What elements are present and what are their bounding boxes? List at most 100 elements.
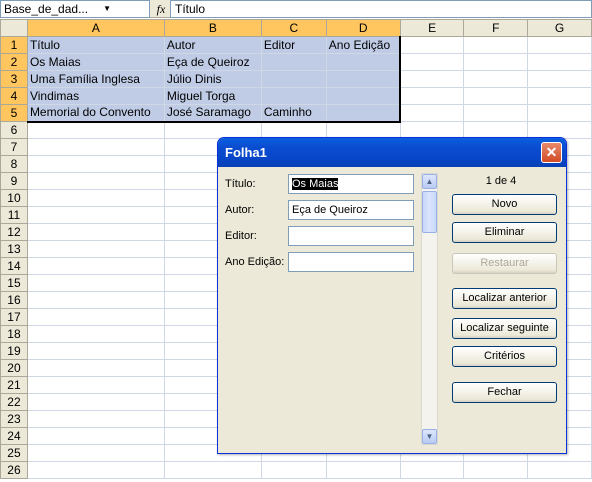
column-header-b[interactable]: B [163, 19, 262, 37]
cell[interactable] [26, 359, 165, 377]
row-header[interactable]: 2 [0, 53, 28, 71]
cell[interactable] [26, 308, 165, 326]
row-header[interactable]: 5 [0, 104, 28, 122]
row-header[interactable]: 18 [0, 325, 28, 343]
autor-field[interactable]: Eça de Queiroz [288, 200, 414, 220]
row-header[interactable]: 25 [0, 444, 28, 462]
cell-d2[interactable] [325, 53, 402, 71]
cell[interactable] [26, 376, 165, 394]
cell[interactable] [26, 206, 165, 224]
cell[interactable] [26, 291, 165, 309]
record-scrollbar[interactable]: ▲ ▼ [421, 173, 438, 445]
cell[interactable] [527, 53, 592, 71]
cell[interactable] [26, 155, 165, 173]
cell-b5[interactable]: José Saramago [163, 104, 262, 123]
function-icon[interactable]: fx [154, 0, 168, 18]
editor-field[interactable] [288, 226, 414, 246]
row-header[interactable]: 11 [0, 206, 28, 224]
cell[interactable] [26, 257, 165, 275]
find-prev-button[interactable]: Localizar anterior [452, 288, 557, 309]
row-header[interactable]: 14 [0, 257, 28, 275]
cell-a4[interactable]: Vindimas [26, 87, 165, 105]
cell[interactable] [463, 104, 529, 122]
cell[interactable] [399, 121, 465, 139]
close-icon[interactable]: ✕ [541, 142, 562, 163]
cell[interactable] [26, 393, 165, 411]
row-header[interactable]: 6 [0, 121, 28, 139]
row-header[interactable]: 4 [0, 87, 28, 105]
cell[interactable] [399, 53, 465, 71]
cell[interactable] [26, 240, 165, 258]
cell[interactable] [527, 87, 592, 105]
cell-a5[interactable]: Memorial do Convento [26, 104, 165, 123]
row-header[interactable]: 9 [0, 172, 28, 190]
column-header-d[interactable]: D [325, 19, 401, 37]
row-header[interactable]: 24 [0, 427, 28, 445]
chevron-down-icon[interactable]: ▼ [103, 2, 111, 16]
cell[interactable] [163, 121, 262, 139]
cell[interactable] [399, 87, 465, 105]
cell[interactable] [463, 70, 529, 88]
cell[interactable] [325, 121, 401, 139]
row-header[interactable]: 22 [0, 393, 28, 411]
cell-d5[interactable] [325, 104, 402, 123]
cell[interactable] [26, 325, 165, 343]
cell[interactable] [527, 36, 592, 54]
cell[interactable] [26, 274, 165, 292]
criteria-button[interactable]: Critérios [452, 346, 557, 367]
row-header[interactable]: 8 [0, 155, 28, 173]
cell-d4[interactable] [325, 87, 402, 105]
cell-c3[interactable] [260, 70, 327, 88]
cell[interactable] [26, 342, 165, 360]
cell[interactable] [26, 427, 165, 445]
row-header[interactable]: 26 [0, 461, 28, 479]
row-header[interactable]: 1 [0, 36, 28, 54]
row-header[interactable]: 13 [0, 240, 28, 258]
chevron-down-icon[interactable]: ▼ [422, 429, 437, 444]
row-header[interactable]: 23 [0, 410, 28, 428]
cell-b1[interactable]: Autor [163, 36, 262, 54]
row-header[interactable]: 7 [0, 138, 28, 156]
cell[interactable] [463, 121, 529, 139]
find-next-button[interactable]: Localizar seguinte [452, 318, 557, 339]
cell[interactable] [26, 223, 165, 241]
cell-c4[interactable] [260, 87, 327, 105]
cell[interactable] [260, 461, 327, 479]
cell-c5[interactable]: Caminho [260, 104, 327, 123]
cell-d1[interactable]: Ano Edição [325, 36, 402, 54]
formula-input[interactable]: Título [170, 0, 592, 18]
row-header[interactable]: 21 [0, 376, 28, 394]
cell[interactable] [26, 172, 165, 190]
restore-button[interactable]: Restaurar [452, 253, 557, 274]
cell[interactable] [527, 104, 592, 122]
cell-b3[interactable]: Júlio Dinis [163, 70, 262, 88]
scroll-thumb[interactable] [422, 191, 437, 233]
delete-button[interactable]: Eliminar [452, 222, 557, 243]
cell-b2[interactable]: Eça de Queiroz [163, 53, 262, 71]
cell[interactable] [399, 461, 465, 479]
row-header[interactable]: 3 [0, 70, 28, 88]
cell-a1[interactable]: Título [26, 36, 165, 54]
cell[interactable] [325, 461, 401, 479]
cell-b4[interactable]: Miguel Torga [163, 87, 262, 105]
cell[interactable] [399, 104, 465, 122]
select-all-corner[interactable] [0, 19, 28, 37]
cell[interactable] [527, 70, 592, 88]
row-header[interactable]: 16 [0, 291, 28, 309]
cell-a3[interactable]: Uma Família Inglesa [26, 70, 165, 88]
row-header[interactable]: 10 [0, 189, 28, 207]
cell[interactable] [260, 121, 327, 139]
row-header[interactable]: 17 [0, 308, 28, 326]
chevron-up-icon[interactable]: ▲ [422, 174, 437, 189]
close-button[interactable]: Fechar [452, 382, 557, 403]
cell[interactable] [527, 121, 592, 139]
row-header[interactable]: 15 [0, 274, 28, 292]
cell[interactable] [26, 138, 165, 156]
cell-c1[interactable]: Editor [260, 36, 327, 54]
cell[interactable] [463, 36, 529, 54]
cell[interactable] [463, 87, 529, 105]
column-header-g[interactable]: G [527, 19, 592, 37]
cell[interactable] [527, 461, 592, 479]
cell-a2[interactable]: Os Maias [26, 53, 165, 71]
cell-d3[interactable] [325, 70, 402, 88]
